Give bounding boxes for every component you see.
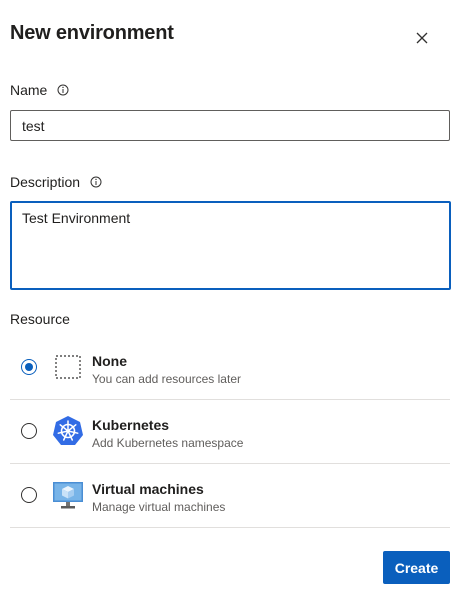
resource-option-kubernetes[interactable]: Kubernetes Add Kubernetes namespace bbox=[10, 400, 450, 464]
dotted-square-icon bbox=[55, 355, 81, 379]
info-icon[interactable] bbox=[57, 84, 69, 96]
name-label-row: Name bbox=[10, 82, 69, 98]
resource-title-kubernetes: Kubernetes bbox=[92, 417, 170, 433]
resource-subtitle-none: You can add resources later bbox=[92, 372, 241, 386]
close-icon bbox=[416, 32, 428, 44]
resource-radio-group: None You can add resources later Kuberne… bbox=[10, 336, 450, 528]
resource-subtitle-kubernetes: Add Kubernetes namespace bbox=[92, 436, 244, 450]
dialog-title: New environment bbox=[10, 22, 174, 44]
create-button[interactable]: Create bbox=[383, 551, 450, 584]
close-button[interactable] bbox=[412, 28, 432, 48]
name-label: Name bbox=[10, 82, 48, 98]
name-input[interactable] bbox=[10, 110, 450, 141]
kubernetes-icon bbox=[53, 416, 83, 445]
resource-label: Resource bbox=[10, 311, 70, 327]
resource-option-none[interactable]: None You can add resources later bbox=[10, 336, 450, 400]
resource-option-virtual-machines[interactable]: Virtual machines Manage virtual machines bbox=[10, 464, 450, 528]
resource-title-none: None bbox=[92, 353, 127, 369]
info-icon[interactable] bbox=[90, 176, 102, 188]
radio-kubernetes[interactable] bbox=[21, 423, 37, 439]
description-label: Description bbox=[10, 174, 81, 190]
radio-none[interactable] bbox=[21, 359, 37, 375]
resource-title-virtual-machines: Virtual machines bbox=[92, 481, 204, 497]
radio-virtual-machines[interactable] bbox=[21, 487, 37, 503]
description-textarea[interactable]: Test Environment bbox=[10, 201, 451, 290]
description-label-row: Description bbox=[10, 174, 102, 190]
resource-subtitle-virtual-machines: Manage virtual machines bbox=[92, 500, 226, 514]
virtual-machine-icon bbox=[53, 482, 83, 509]
